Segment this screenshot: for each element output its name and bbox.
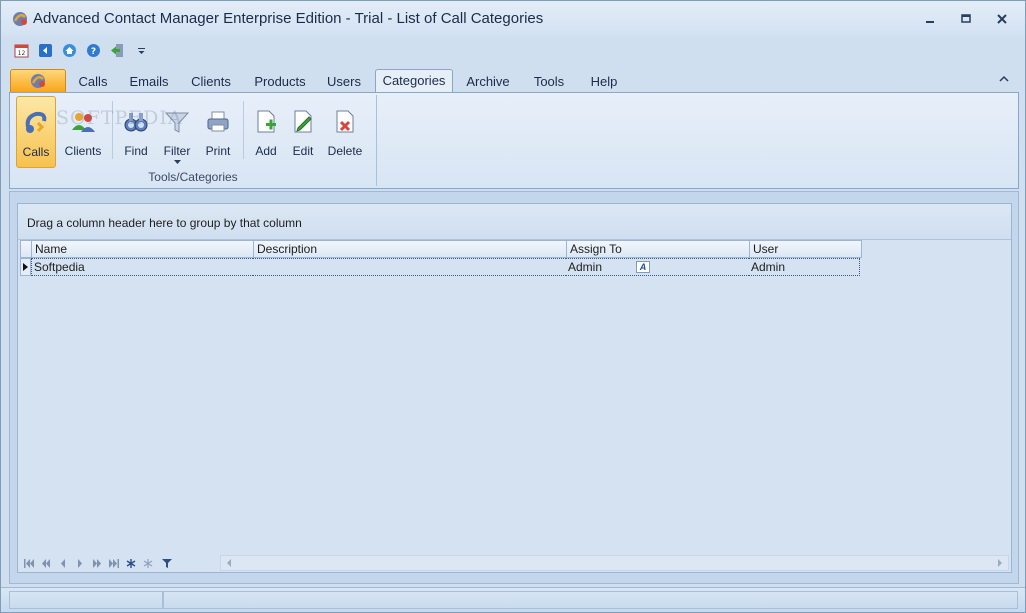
filter-dropdown-arrow-icon [173, 160, 181, 164]
customize-dropdown-icon[interactable] [131, 40, 151, 60]
previous-page-icon[interactable] [39, 557, 53, 569]
edit-button-label: Edit [292, 144, 314, 158]
delete-document-icon [328, 104, 362, 140]
next-record-icon[interactable] [73, 557, 87, 569]
grid-header-row: Name Description Assign To User [20, 240, 862, 258]
previous-record-icon[interactable] [56, 557, 70, 569]
title-bar: Advanced Contact Manager Enterprise Edit… [1, 1, 1025, 37]
minimize-button[interactable] [917, 9, 943, 29]
back-icon[interactable] [35, 40, 55, 60]
column-header-name[interactable]: Name [32, 241, 254, 257]
group-by-panel[interactable]: Drag a column header here to group by th… [18, 204, 1011, 240]
app-window: Advanced Contact Manager Enterprise Edit… [0, 0, 1026, 613]
ribbon-group-label: Tools/Categories [148, 170, 238, 184]
tab-products[interactable]: Products [250, 71, 310, 93]
record-navigator [20, 554, 1009, 572]
calls-button-label: Calls [22, 145, 50, 159]
delete-button[interactable]: Delete [325, 96, 365, 168]
filter-button-label: Filter [163, 144, 191, 158]
calendar-icon[interactable]: 12 [11, 40, 31, 60]
ribbon-panel: Calls Clients Find Filter Print Add Edit… [9, 92, 1019, 189]
edit-button[interactable]: Edit [285, 96, 321, 168]
add-button-label: Add [255, 144, 277, 158]
close-button[interactable] [989, 9, 1015, 29]
delete-record-icon[interactable] [141, 557, 155, 569]
app-logo-icon [11, 10, 29, 28]
ribbon-tab-strip: Calls Emails Clients Products Users Cate… [1, 68, 1025, 94]
scroll-left-icon[interactable] [225, 559, 233, 567]
home-icon[interactable] [59, 40, 79, 60]
help-icon[interactable]: ? [83, 40, 103, 60]
calls-button[interactable]: Calls [16, 96, 56, 168]
find-button-label: Find [124, 144, 148, 158]
column-header-assign-to[interactable]: Assign To [567, 241, 750, 257]
last-page-icon[interactable] [107, 557, 121, 569]
filter-record-icon[interactable] [160, 557, 174, 569]
svg-text:12: 12 [17, 50, 25, 57]
header-corner [21, 241, 32, 257]
print-button[interactable]: Print [200, 96, 236, 168]
status-bar [1, 587, 1025, 612]
tab-help[interactable]: Help [585, 71, 623, 93]
cell-name[interactable]: Softpedia [31, 258, 253, 276]
column-header-description[interactable]: Description [254, 241, 567, 257]
tab-categories[interactable]: Categories [375, 69, 453, 94]
ribbon-collapse-icon[interactable] [997, 72, 1011, 86]
tab-calls[interactable]: Calls [73, 71, 113, 93]
maximize-button[interactable] [953, 9, 979, 29]
tab-users[interactable]: Users [323, 71, 365, 93]
row-indicator-icon [20, 258, 31, 276]
delete-button-label: Delete [327, 144, 363, 158]
quick-access-toolbar: 12 ? [11, 39, 151, 61]
content-area: Drag a column header here to group by th… [9, 191, 1019, 584]
tab-archive[interactable]: Archive [463, 71, 513, 93]
clients-button-label: Clients [64, 144, 102, 158]
tab-emails[interactable]: Emails [125, 71, 173, 93]
window-title: Advanced Contact Manager Enterprise Edit… [33, 10, 544, 27]
ribbon-group-divider [376, 95, 377, 186]
group-by-hint: Drag a column header here to group by th… [27, 216, 302, 230]
cell-user[interactable]: Admin [749, 258, 860, 276]
svg-text:?: ? [90, 47, 95, 57]
cell-assign-to[interactable]: Admin [566, 258, 749, 276]
add-document-icon [249, 104, 283, 140]
phone-icon [19, 105, 53, 141]
ribbon-separator [243, 101, 244, 159]
printer-icon [201, 104, 235, 140]
next-page-icon[interactable] [90, 557, 104, 569]
status-panel-left [9, 591, 163, 609]
exit-icon[interactable] [107, 40, 127, 60]
edit-document-icon [286, 104, 320, 140]
softpedia-watermark: SOFTPEDIA [56, 107, 183, 129]
tools-categories-group: Calls Clients Find Filter Print Add Edit… [10, 93, 376, 188]
table-row[interactable]: Softpedia A Admin Admin [20, 258, 862, 276]
column-header-user[interactable]: User [750, 241, 861, 257]
tab-tools[interactable]: Tools [528, 71, 570, 93]
status-panel-right [163, 591, 1018, 609]
tab-clients[interactable]: Clients [186, 71, 236, 93]
scroll-right-icon[interactable] [996, 559, 1004, 567]
categories-grid: Drag a column header here to group by th… [17, 203, 1012, 573]
add-button[interactable]: Add [248, 96, 284, 168]
cell-description[interactable]: A [253, 258, 650, 276]
print-button-label: Print [205, 144, 231, 158]
app-logo-icon [31, 74, 45, 88]
horizontal-scrollbar[interactable] [220, 555, 1009, 571]
first-page-icon[interactable] [22, 557, 36, 569]
application-menu-button[interactable] [10, 69, 66, 93]
insert-record-icon[interactable] [124, 557, 138, 569]
